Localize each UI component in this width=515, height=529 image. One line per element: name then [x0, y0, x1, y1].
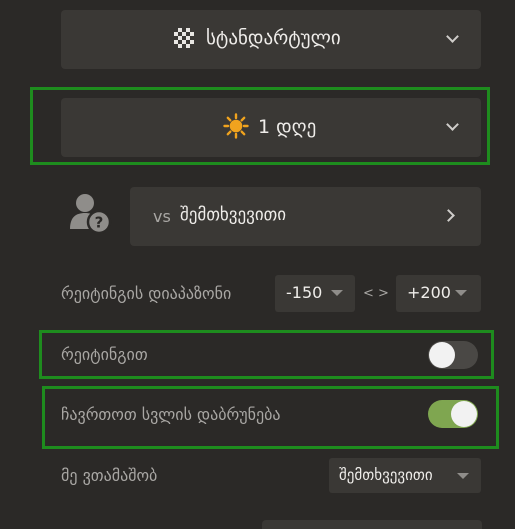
caret-down-icon: [331, 290, 343, 296]
svg-text:?: ?: [95, 214, 104, 232]
variant-label: სტანდარტული: [206, 27, 341, 49]
rating-min-select[interactable]: -150: [275, 275, 355, 312]
caret-down-icon: [457, 473, 469, 479]
caret-down-icon: [455, 290, 467, 296]
rated-label: რეიტინგით: [61, 345, 148, 364]
play-as-label: მე ვთამაშობ: [61, 466, 158, 485]
takebacks-label: ჩავრთოთ სვლის დაბრუნება: [61, 405, 281, 424]
person-question-icon: ?: [68, 193, 114, 235]
toggle-knob: [429, 342, 455, 368]
variant-selector[interactable]: სტანდარტული: [61, 10, 481, 69]
toggle-knob: [451, 401, 477, 427]
play-as-select[interactable]: შემთხვევითი: [329, 458, 481, 493]
time-control-label: 1 დღე: [258, 116, 317, 138]
chevron-down-icon: [446, 30, 459, 43]
time-control-selector[interactable]: 1 დღე: [61, 98, 481, 157]
rating-range-separator: < >: [363, 286, 389, 301]
bottom-button[interactable]: [262, 520, 482, 529]
rating-range-label: რეიტინგის დიაპაზონი: [61, 284, 232, 303]
opponent-label: შემთხვევითი: [180, 205, 287, 225]
opponent-selector[interactable]: vs შემთხვევითი: [130, 187, 481, 246]
rating-max-value: +200: [407, 283, 451, 302]
chessboard-icon: [174, 28, 194, 48]
rated-toggle[interactable]: [428, 341, 478, 369]
opponent-prefix: vs: [153, 207, 171, 226]
play-as-value: შემთხვევითი: [339, 466, 433, 484]
rating-min-value: -150: [286, 283, 323, 302]
takebacks-toggle[interactable]: [428, 400, 478, 428]
chevron-down-icon: [446, 118, 459, 131]
sun-icon: [223, 113, 249, 139]
rating-max-select[interactable]: +200: [396, 275, 481, 312]
chevron-right-icon: [442, 209, 455, 222]
